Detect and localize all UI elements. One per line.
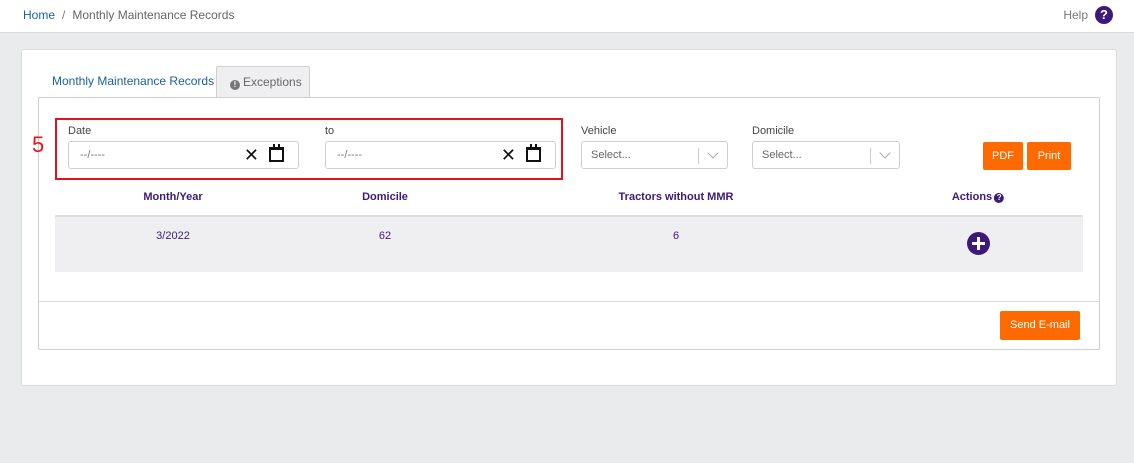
vehicle-select-placeholder: Select... bbox=[591, 149, 631, 161]
clear-date-from-icon[interactable]: ✕ bbox=[244, 145, 259, 165]
domicile-select-placeholder: Select... bbox=[762, 149, 802, 161]
chevron-down-icon bbox=[879, 147, 891, 159]
to-label: to bbox=[325, 125, 335, 137]
date-label: Date bbox=[68, 125, 92, 137]
domicile-label: Domicile bbox=[752, 125, 795, 137]
date-to-input[interactable]: --/---- ✕ bbox=[325, 141, 556, 169]
vehicle-label: Vehicle bbox=[581, 125, 617, 137]
question-circle-icon[interactable]: ? bbox=[994, 193, 1005, 203]
column-header-domicile: Domicile bbox=[362, 191, 408, 203]
domicile-select[interactable]: Select... bbox=[752, 141, 900, 169]
select-divider bbox=[870, 148, 871, 164]
cell-month-year: 3/2022 bbox=[156, 230, 190, 242]
send-email-button[interactable]: Send E-mail bbox=[1000, 311, 1080, 340]
breadcrumb-current: Monthly Maintenance Records bbox=[72, 8, 235, 22]
chevron-down-icon bbox=[707, 147, 719, 159]
breadcrumb-home-link[interactable]: Home bbox=[23, 8, 55, 22]
info-circle-icon: ! bbox=[230, 80, 240, 90]
column-header-tractors-without-mmr: Tractors without MMR bbox=[618, 191, 734, 203]
table-row bbox=[55, 217, 1083, 272]
cell-domicile: 62 bbox=[378, 230, 392, 242]
pdf-button[interactable]: PDF bbox=[983, 142, 1023, 170]
cell-tractors-without-mmr: 6 bbox=[672, 230, 680, 242]
column-header-month-year: Month/Year bbox=[143, 191, 203, 203]
add-plus-icon[interactable] bbox=[967, 232, 990, 255]
calendar-icon[interactable] bbox=[269, 144, 284, 162]
help-label[interactable]: Help bbox=[1063, 8, 1088, 22]
top-bar: Home / Monthly Maintenance Records Help ? bbox=[0, 0, 1134, 33]
calendar-icon[interactable] bbox=[526, 144, 541, 162]
date-from-input[interactable]: --/---- ✕ bbox=[68, 141, 299, 169]
tab-exceptions-label: Exceptions bbox=[243, 75, 302, 89]
help-icon[interactable]: ? bbox=[1095, 6, 1113, 24]
breadcrumb-separator: / bbox=[62, 8, 66, 22]
column-header-actions: Actions? bbox=[951, 191, 1005, 203]
print-button[interactable]: Print bbox=[1027, 142, 1071, 170]
select-divider bbox=[698, 148, 699, 164]
tab-monthly-maintenance-records[interactable]: Monthly Maintenance Records bbox=[38, 66, 215, 98]
vehicle-select[interactable]: Select... bbox=[581, 141, 728, 169]
clear-date-to-icon[interactable]: ✕ bbox=[501, 145, 516, 165]
date-to-placeholder: --/---- bbox=[337, 149, 363, 161]
tab-exceptions[interactable]: ! Exceptions bbox=[216, 66, 310, 99]
footer-divider bbox=[39, 301, 1099, 302]
annotation-number: 5 bbox=[32, 132, 45, 157]
breadcrumb: Home / Monthly Maintenance Records bbox=[23, 8, 234, 22]
column-header-actions-label: Actions bbox=[951, 191, 993, 203]
date-from-placeholder: --/---- bbox=[80, 149, 106, 161]
